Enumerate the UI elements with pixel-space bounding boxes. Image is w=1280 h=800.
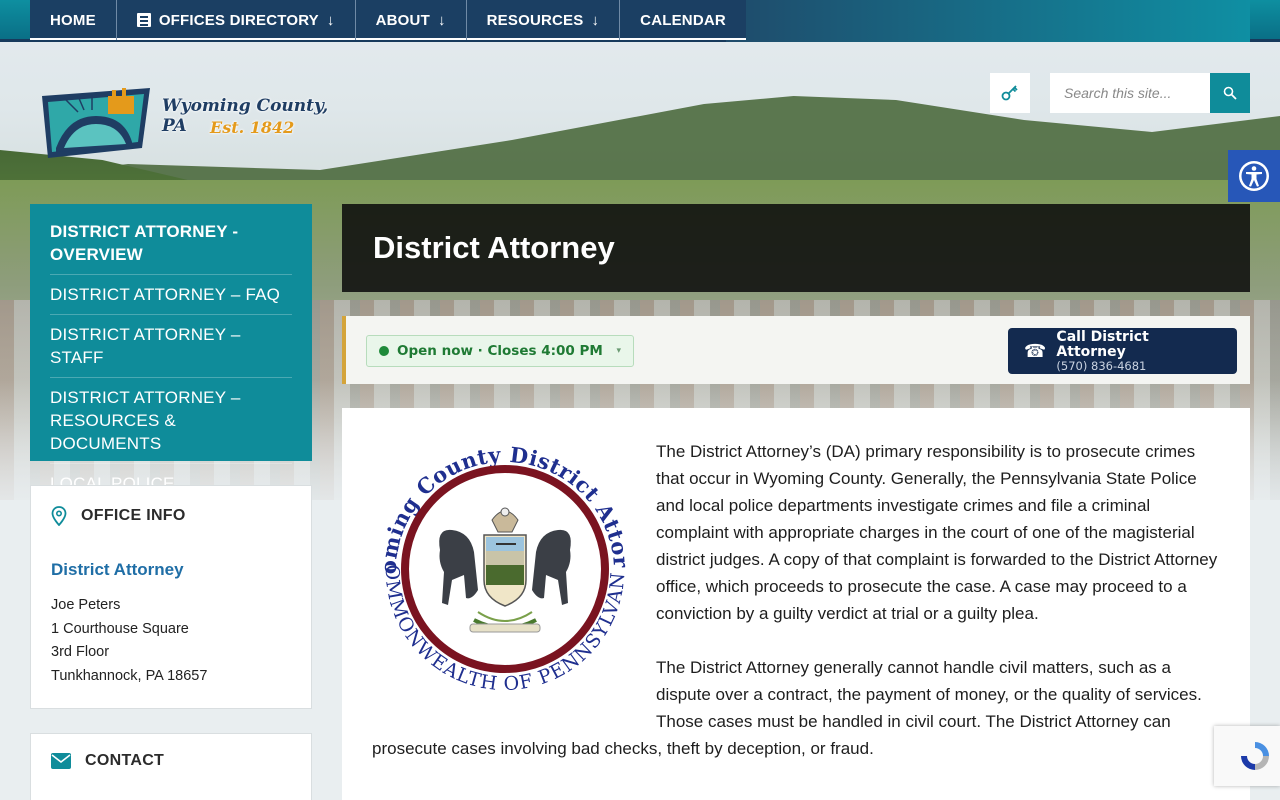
- nav-offices-directory-label: OFFICES DIRECTORY: [158, 11, 319, 29]
- office-info-header: OFFICE INFO: [51, 506, 291, 526]
- accessibility-button[interactable]: [1228, 150, 1280, 202]
- office-person: Joe Peters: [51, 597, 121, 613]
- open-status-text: Open now · Closes 4:00 PM: [397, 343, 603, 359]
- office-address-line1: 1 Courthouse Square: [51, 620, 189, 637]
- search-icon: [1223, 86, 1237, 100]
- office-address: Joe Peters 1 Courthouse Square 3rd Floor…: [51, 594, 291, 689]
- office-name-link[interactable]: District Attorney: [51, 560, 291, 580]
- office-status-bar: Open now · Closes 4:00 PM ▾ ☎ Call Distr…: [342, 316, 1250, 384]
- contact-card: CONTACT: [30, 733, 312, 800]
- arrow-down-icon: ↓: [437, 11, 446, 29]
- office-info-title: OFFICE INFO: [81, 507, 186, 524]
- nav-resources-label: RESOURCES: [486, 11, 584, 29]
- call-phone-number: (570) 836-4681: [1056, 358, 1147, 373]
- phone-icon: ☎: [1024, 340, 1047, 362]
- arrow-down-icon: ↓: [326, 11, 335, 29]
- logo-mark-icon: [42, 88, 150, 158]
- search-button[interactable]: [1210, 73, 1250, 113]
- main-content: Wyoming County District Attorney COMMONW…: [342, 408, 1250, 800]
- sidebar-item-overview[interactable]: DISTRICT ATTORNEY - OVERVIEW: [50, 220, 292, 275]
- site-logo[interactable]: Wyoming County, PA Est. 1842: [38, 82, 348, 162]
- open-status-dot-icon: [379, 346, 389, 356]
- call-button-text: Call District Attorney (570) 836-4681: [1056, 328, 1221, 373]
- open-hours-dropdown[interactable]: Open now · Closes 4:00 PM ▾: [366, 335, 634, 367]
- recaptcha-badge[interactable]: [1214, 726, 1280, 786]
- accessibility-icon: [1239, 161, 1269, 191]
- login-key-button[interactable]: [990, 73, 1030, 113]
- contact-header: CONTACT: [51, 752, 291, 770]
- nav-about-label: ABOUT: [375, 11, 430, 29]
- call-office-button[interactable]: ☎ Call District Attorney (570) 836-4681: [1008, 328, 1237, 374]
- nav-about[interactable]: ABOUT ↓: [356, 0, 467, 40]
- main-nav: HOME OFFICES DIRECTORY ↓ ABOUT ↓ RESOURC…: [30, 0, 746, 40]
- district-attorney-seal: Wyoming County District Attorney COMMONW…: [374, 440, 634, 695]
- logo-established: Est. 1842: [210, 118, 295, 137]
- nav-calendar-label: CALENDAR: [640, 11, 726, 29]
- map-pin-icon: [51, 506, 67, 526]
- office-info-card: OFFICE INFO District Attorney Joe Peters…: [30, 485, 312, 709]
- nav-home-label: HOME: [50, 11, 96, 29]
- nav-offices-directory[interactable]: OFFICES DIRECTORY ↓: [117, 0, 356, 40]
- contact-title: CONTACT: [85, 752, 165, 769]
- search-input[interactable]: [1050, 73, 1210, 113]
- sidebar-item-faq[interactable]: DISTRICT ATTORNEY – FAQ: [50, 283, 292, 315]
- sidebar-menu: DISTRICT ATTORNEY - OVERVIEW DISTRICT AT…: [30, 204, 312, 516]
- call-label: Call District Attorney: [1056, 328, 1149, 360]
- sidebar-item-resources-documents[interactable]: DISTRICT ATTORNEY – RESOURCES & DOCUMENT…: [50, 386, 292, 464]
- arrow-down-icon: ↓: [591, 11, 600, 29]
- nav-home[interactable]: HOME: [30, 0, 117, 40]
- nav-calendar[interactable]: CALENDAR: [620, 0, 746, 40]
- key-icon: [1001, 85, 1018, 101]
- office-address-city: Tunkhannock, PA 18657: [51, 668, 208, 685]
- recaptcha-icon: [1241, 742, 1269, 770]
- sidebar-item-staff[interactable]: DISTRICT ATTORNEY – STAFF: [50, 323, 292, 378]
- office-address-line2: 3rd Floor: [51, 644, 110, 661]
- chevron-down-icon: ▾: [616, 346, 621, 356]
- envelope-icon: [51, 753, 71, 769]
- nav-resources[interactable]: RESOURCES ↓: [467, 0, 621, 40]
- page-title-band: District Attorney: [342, 204, 1250, 292]
- top-bar-fill: [726, 0, 1250, 42]
- document-icon: [136, 13, 151, 27]
- page-title: District Attorney: [373, 230, 615, 265]
